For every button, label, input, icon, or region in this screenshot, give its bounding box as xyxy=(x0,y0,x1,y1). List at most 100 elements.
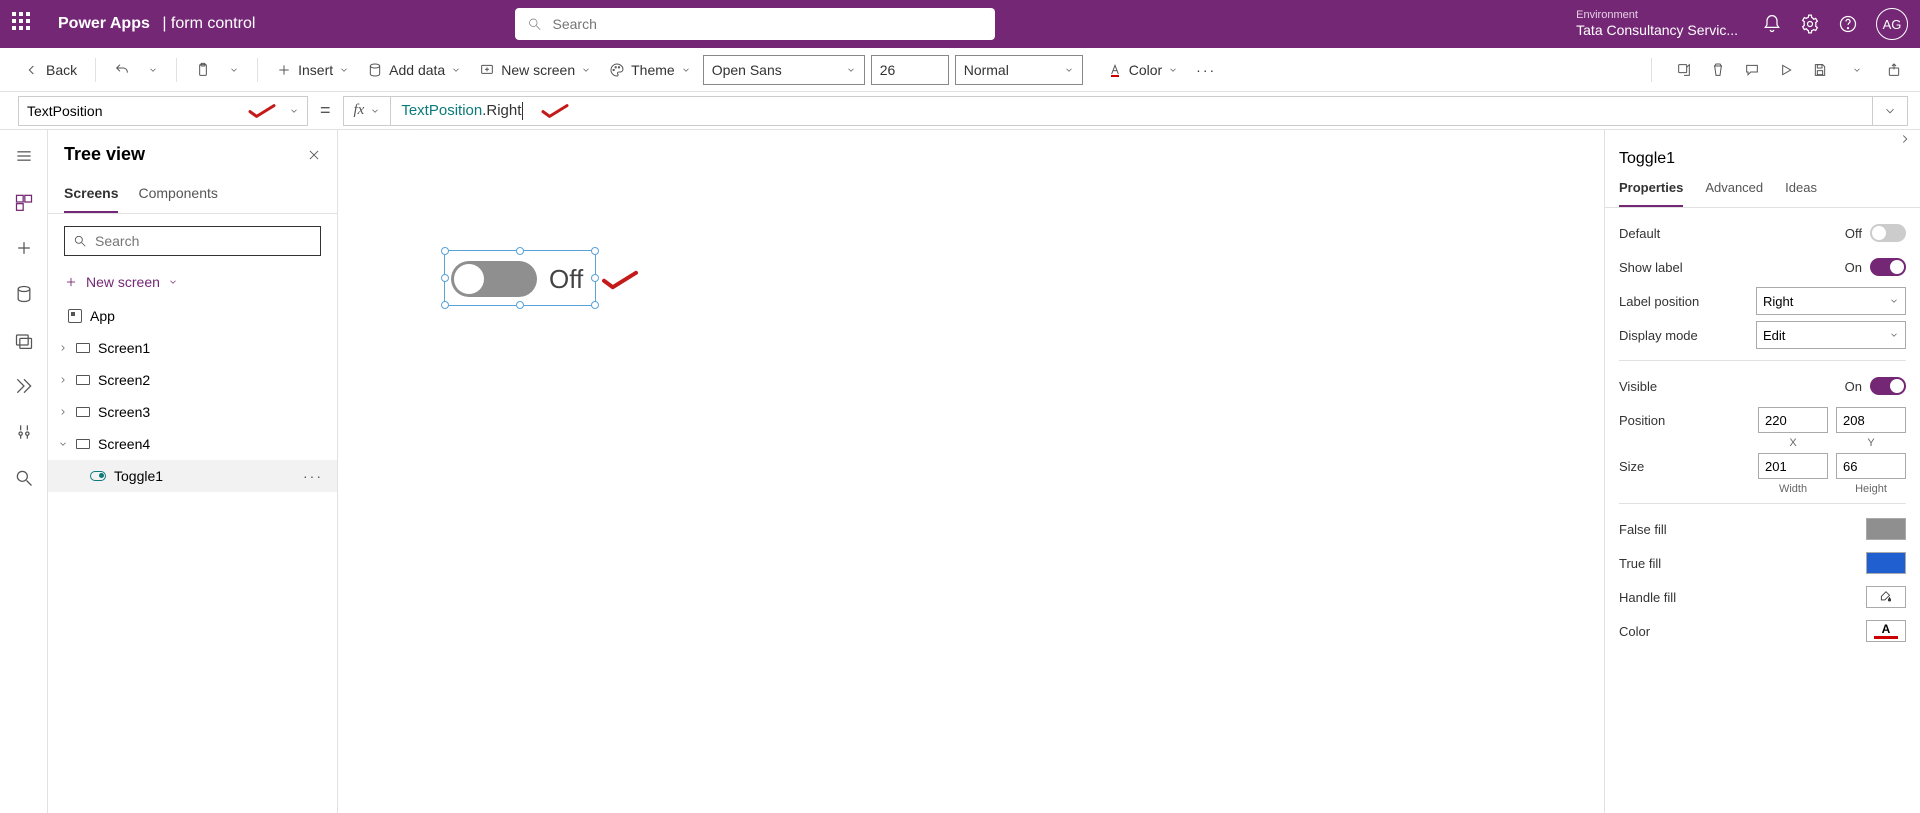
global-search-input[interactable] xyxy=(553,16,984,32)
font-weight-select[interactable]: Normal xyxy=(955,55,1083,85)
tree-search[interactable] xyxy=(64,226,321,256)
handle-fill-swatch[interactable] xyxy=(1866,586,1906,608)
chevron-right-icon[interactable] xyxy=(1898,132,1912,146)
color-swatch[interactable]: A xyxy=(1866,620,1906,642)
new-screen-label: New screen xyxy=(501,62,575,78)
settings-icon[interactable] xyxy=(1800,14,1820,34)
fx-label: fx xyxy=(354,102,365,119)
property-select[interactable]: TextPosition xyxy=(18,96,308,126)
theme-button[interactable]: Theme xyxy=(603,58,697,82)
label-position-select[interactable]: Right xyxy=(1756,287,1906,315)
tree-item-label: Screen3 xyxy=(98,404,150,420)
size-width-input[interactable]: 201 xyxy=(1758,453,1828,479)
undo-button[interactable] xyxy=(108,58,136,82)
paste-button[interactable] xyxy=(189,58,217,82)
true-fill-swatch[interactable] xyxy=(1866,552,1906,574)
tree-item-screen3[interactable]: Screen3 xyxy=(48,396,337,428)
media-pane-icon[interactable] xyxy=(14,330,34,350)
publish-icon[interactable] xyxy=(1886,62,1902,78)
search-pane-icon[interactable] xyxy=(14,468,34,488)
size-height-label: Height xyxy=(1836,483,1906,495)
comments-icon[interactable] xyxy=(1744,62,1760,78)
close-icon[interactable] xyxy=(307,148,321,162)
data-icon xyxy=(367,62,383,78)
toggle-track[interactable] xyxy=(451,261,537,297)
position-x-label: X xyxy=(1758,437,1828,449)
share-icon[interactable] xyxy=(1676,62,1692,78)
insert-pane-icon[interactable] xyxy=(14,238,34,258)
tree-view-icon[interactable] xyxy=(14,192,34,212)
selection-box[interactable]: Off xyxy=(444,250,596,306)
data-pane-icon[interactable] xyxy=(14,284,34,304)
save-split[interactable] xyxy=(1846,61,1868,79)
save-icon[interactable] xyxy=(1812,62,1828,78)
resize-handle[interactable] xyxy=(441,274,449,282)
resize-handle[interactable] xyxy=(591,247,599,255)
app-launcher-icon[interactable] xyxy=(12,12,36,36)
tab-screens[interactable]: Screens xyxy=(64,179,118,213)
font-size-value: 26 xyxy=(880,62,896,78)
app-checker-icon[interactable] xyxy=(1710,62,1726,78)
tab-components[interactable]: Components xyxy=(138,179,217,213)
preview-icon[interactable] xyxy=(1778,62,1794,78)
prop-visible: Visible On xyxy=(1619,369,1906,403)
fx-button[interactable]: fx xyxy=(343,96,391,126)
visible-toggle[interactable] xyxy=(1870,377,1906,395)
tree-item-label: App xyxy=(90,308,115,324)
environment-picker[interactable]: Environment Tata Consultancy Servic... xyxy=(1576,9,1738,39)
font-size-input[interactable]: 26 xyxy=(871,55,949,85)
size-height-input[interactable]: 66 xyxy=(1836,453,1906,479)
position-y-input[interactable]: 208 xyxy=(1836,407,1906,433)
tree-item-toggle1[interactable]: Toggle1 ··· xyxy=(48,460,337,492)
chevron-right-icon xyxy=(58,407,68,417)
position-x-input[interactable]: 220 xyxy=(1758,407,1828,433)
insert-button[interactable]: Insert xyxy=(270,58,355,82)
tab-advanced[interactable]: Advanced xyxy=(1705,176,1763,207)
resize-handle[interactable] xyxy=(516,247,524,255)
tools-icon[interactable] xyxy=(14,422,34,442)
resize-handle[interactable] xyxy=(591,274,599,282)
help-icon[interactable] xyxy=(1838,14,1858,34)
resize-handle[interactable] xyxy=(441,247,449,255)
tree-new-screen-button[interactable]: New screen xyxy=(48,268,337,300)
new-screen-button[interactable]: New screen xyxy=(473,58,597,82)
formula-input[interactable]: TextPosition.Right xyxy=(390,96,1872,126)
hamburger-icon[interactable] xyxy=(14,146,34,166)
user-avatar[interactable]: AG xyxy=(1876,8,1908,40)
tree-item-screen1[interactable]: Screen1 xyxy=(48,332,337,364)
font-color-button[interactable]: Color xyxy=(1101,58,1184,82)
undo-split[interactable] xyxy=(142,61,164,79)
paste-split[interactable] xyxy=(223,61,245,79)
prop-false-fill: False fill xyxy=(1619,512,1906,546)
toggle-control[interactable]: Off xyxy=(451,261,583,297)
false-fill-swatch[interactable] xyxy=(1866,518,1906,540)
resize-handle[interactable] xyxy=(516,301,524,309)
show-label-toggle[interactable] xyxy=(1870,258,1906,276)
resize-handle[interactable] xyxy=(441,301,449,309)
display-mode-select[interactable]: Edit xyxy=(1756,321,1906,349)
font-name-select[interactable]: Open Sans xyxy=(703,55,865,85)
tree-item-app[interactable]: App xyxy=(48,300,337,332)
tab-properties[interactable]: Properties xyxy=(1619,176,1683,207)
canvas[interactable]: Off xyxy=(338,130,1604,813)
resize-handle[interactable] xyxy=(591,301,599,309)
tree-search-input[interactable] xyxy=(95,233,312,249)
notifications-icon[interactable] xyxy=(1762,14,1782,34)
global-search[interactable] xyxy=(515,8,995,40)
toggle-icon xyxy=(90,471,106,481)
tree-item-screen2[interactable]: Screen2 xyxy=(48,364,337,396)
tree-item-screen4[interactable]: Screen4 xyxy=(48,428,337,460)
overflow-button[interactable]: ··· xyxy=(1190,58,1222,82)
back-button[interactable]: Back xyxy=(18,58,83,82)
tab-ideas[interactable]: Ideas xyxy=(1785,176,1817,207)
power-automate-icon[interactable] xyxy=(14,376,34,396)
search-icon xyxy=(73,234,87,248)
formula-expand-button[interactable] xyxy=(1872,96,1908,126)
page-title: | form control xyxy=(158,15,256,33)
plus-icon xyxy=(276,62,292,78)
tree-title: Tree view xyxy=(64,144,145,165)
tree-item-more-icon[interactable]: ··· xyxy=(303,468,323,484)
add-data-button[interactable]: Add data xyxy=(361,58,467,82)
prop-label: Label position xyxy=(1619,294,1699,309)
default-toggle[interactable] xyxy=(1870,224,1906,242)
